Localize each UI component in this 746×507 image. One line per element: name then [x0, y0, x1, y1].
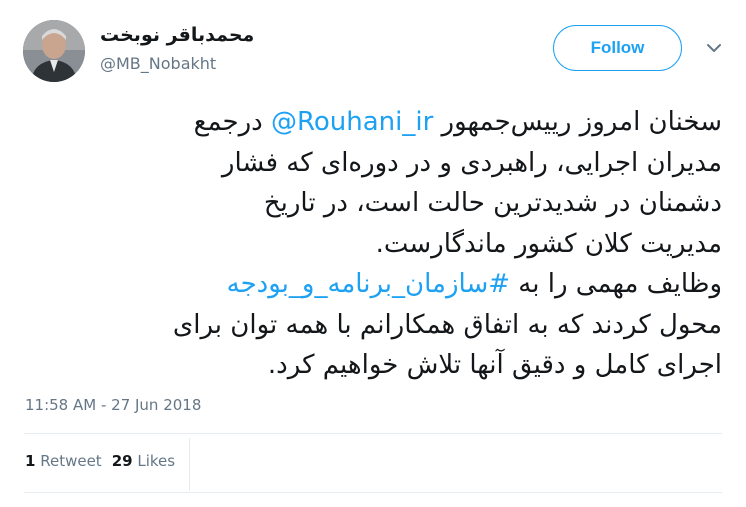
divider: [24, 492, 722, 493]
hashtag-link[interactable]: #سازمان_برنامه_و_بودجه: [227, 269, 510, 299]
author-handle[interactable]: @MB_Nobakht: [100, 54, 216, 73]
stats-separator: [189, 438, 190, 491]
chevron-down-icon[interactable]: [706, 42, 722, 54]
follow-button[interactable]: Follow: [553, 25, 682, 71]
retweet-count-value: 1: [25, 452, 36, 470]
tweet-line: محول کردند که به اتفاق همکارانم با همه ت…: [172, 309, 722, 340]
avatar[interactable]: [23, 20, 85, 82]
divider: [24, 433, 722, 434]
tweet-text-segment: سخنان امروز رییس‌جمهور: [433, 107, 722, 137]
author-display-name[interactable]: محمدباقر نوبخت: [100, 24, 254, 46]
tweet-timestamp[interactable]: 11:58 AM - 27 Jun 2018: [25, 396, 201, 414]
avatar-photo: [23, 20, 85, 82]
tweet-line: مدیریت کلان کشور ماندگارست.: [375, 228, 722, 259]
tweet-line: اجرای کامل و دقیق آنها تلاش خواهیم کرد.: [267, 350, 722, 380]
tweet-line: وظایف مهمی را به #سازمان_برنامه_و_بودجه: [24, 264, 722, 305]
like-count-label: Likes: [137, 452, 176, 470]
tweet-line: دشمنان در شدیدترین حالت است، در تاریخ: [263, 188, 722, 218]
retweet-count-label: Retweet: [40, 452, 102, 470]
mention-link[interactable]: @Rouhani_ir: [271, 107, 433, 137]
tweet-stats: 1 Retweet 29 Likes: [25, 452, 175, 470]
like-count[interactable]: 29 Likes: [112, 452, 175, 470]
tweet-text: سخنان امروز رییس‌جمهور @Rouhani_ir درجمع…: [24, 102, 722, 386]
tweet-text-segment: درجمع: [193, 107, 271, 137]
tweet-line: مدیران اجرایی، راهبردی و در دوره‌ای که ف…: [221, 147, 722, 178]
retweet-count[interactable]: 1 Retweet: [25, 452, 102, 470]
like-count-value: 29: [111, 452, 133, 470]
tweet-text-segment: وظایف مهمی را به: [510, 269, 722, 299]
tweet-line: سخنان امروز رییس‌جمهور @Rouhani_ir درجمع: [24, 102, 722, 143]
